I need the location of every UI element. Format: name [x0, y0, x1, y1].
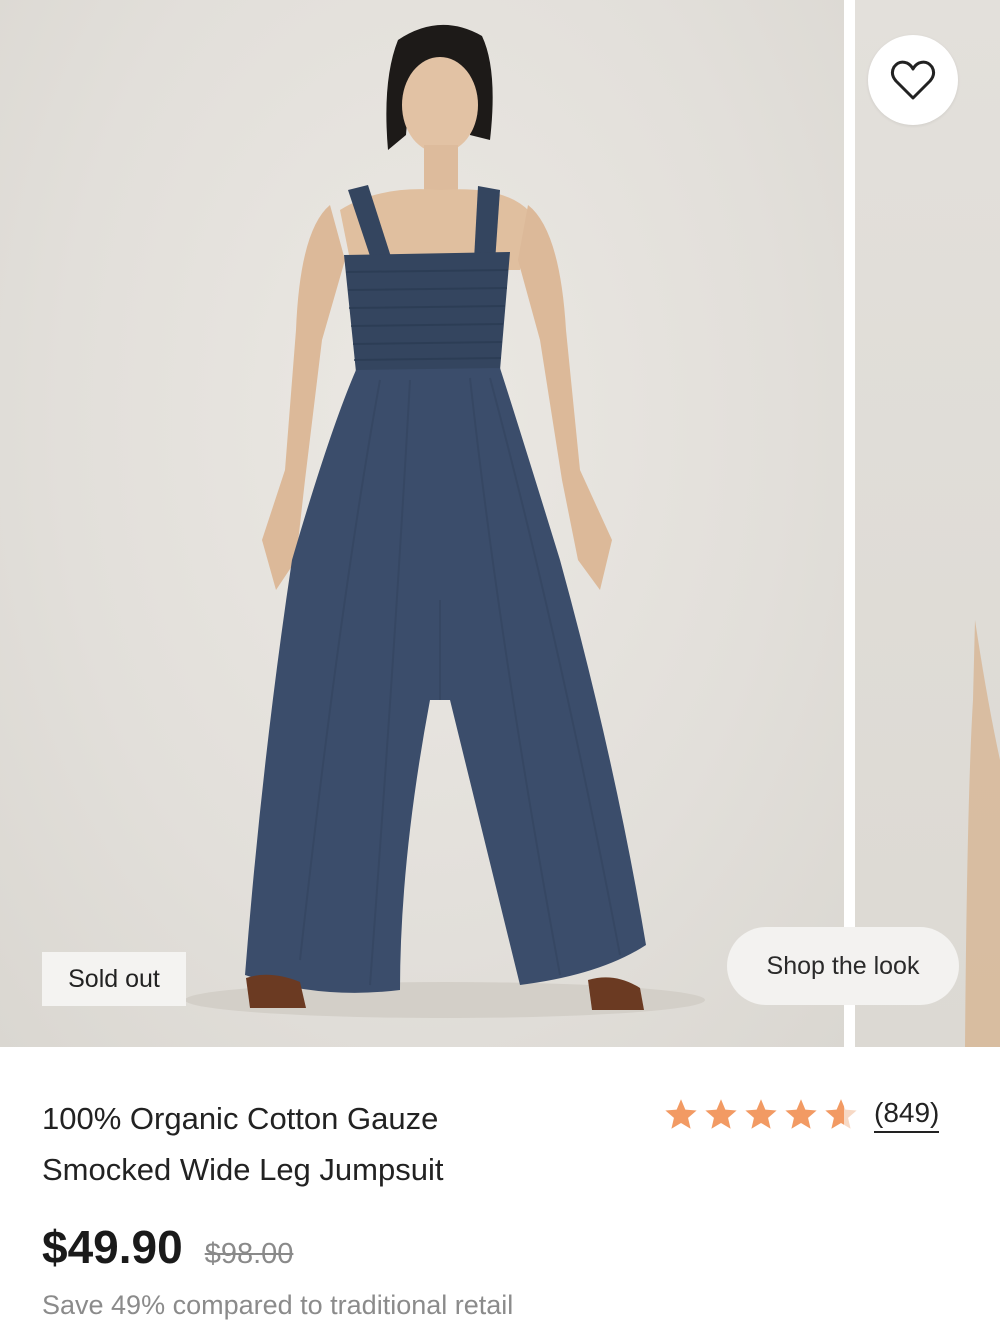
star-partial-icon [825, 1099, 857, 1129]
model-illustration [185, 24, 705, 1018]
star-rating [662, 1097, 860, 1133]
product-title-line-2[interactable]: Smocked Wide Leg Jumpsuit [42, 1144, 602, 1195]
product-photo[interactable] [0, 0, 844, 1047]
shop-the-look-button[interactable]: Shop the look [727, 927, 959, 1005]
star-full-icon [785, 1099, 817, 1129]
product-title-line-1[interactable]: 100% Organic Cotton Gauze [42, 1093, 602, 1144]
next-product-photo[interactable] [855, 0, 1000, 1047]
star-full-icon [665, 1099, 697, 1129]
sold-out-badge: Sold out [42, 952, 186, 1006]
product-image-gallery[interactable]: Sold out Shop the look [0, 0, 1000, 1047]
wishlist-button[interactable] [868, 35, 958, 125]
original-price: $98.00 [204, 1238, 294, 1270]
review-count-link[interactable]: (849) [874, 1097, 940, 1133]
next-photo-illustration [965, 620, 1000, 1047]
product-rating[interactable]: (849) [662, 1092, 940, 1138]
product-title[interactable]: 100% Organic Cotton Gauze Smocked Wide L… [42, 1093, 602, 1195]
star-full-icon [705, 1099, 737, 1129]
heart-outline-icon [890, 60, 936, 100]
current-price: $49.90 [42, 1221, 183, 1273]
star-full-icon [745, 1099, 777, 1129]
price-row: $49.90 $98.00 [42, 1220, 293, 1274]
savings-text: Save 49% compared to traditional retail [42, 1290, 514, 1320]
